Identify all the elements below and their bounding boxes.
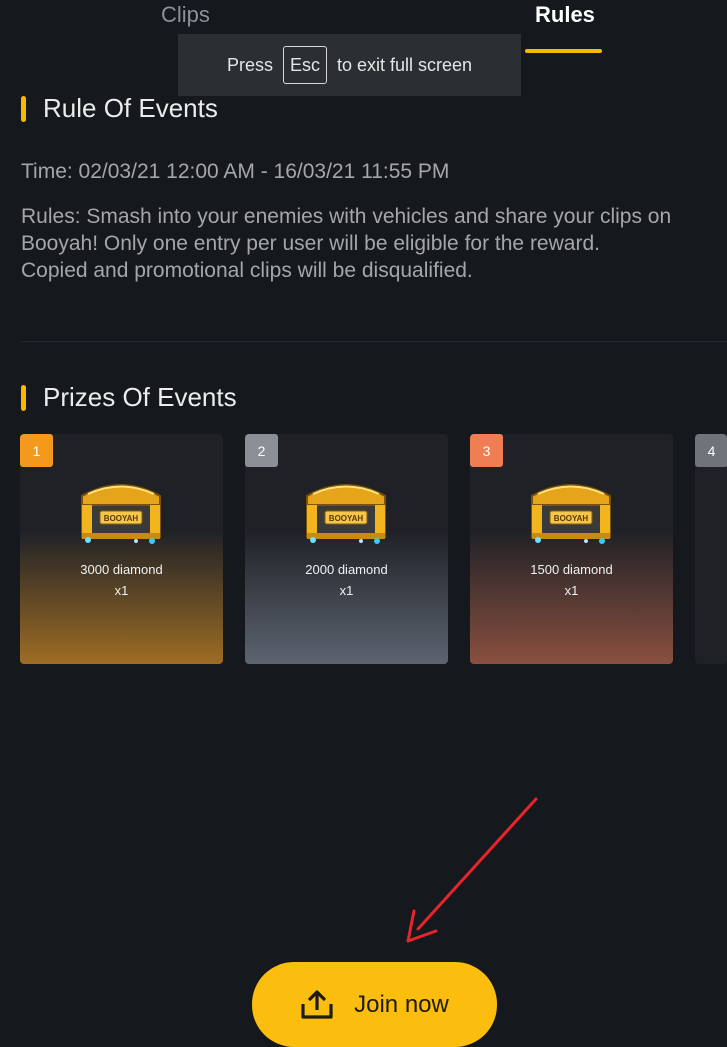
- prize-name: 3000 diamond: [80, 562, 163, 577]
- fullscreen-notice-prefix: Press: [226, 54, 273, 75]
- chest-logo-text: BOOYAH: [104, 514, 139, 523]
- prizes-section-title: Prizes Of Events: [43, 382, 237, 412]
- join-now-label: Join now: [354, 990, 449, 1018]
- rules-section-title: Rule Of Events: [43, 93, 218, 123]
- prize-name: 1500 diamond: [530, 562, 613, 577]
- section-accent-bar: [21, 95, 26, 122]
- upload-icon: [301, 989, 333, 1019]
- join-now-button[interactable]: Join now: [252, 962, 497, 1047]
- section-divider: [21, 341, 727, 342]
- prize-card-3[interactable]: 3 BOOYAH 1500 diamond x1: [470, 434, 673, 664]
- rank-badge: 3: [470, 434, 503, 467]
- event-rules-text: Rules: Smash into your enemies with vehi…: [21, 205, 672, 282]
- fullscreen-notice: Press Esc to exit full screen: [178, 34, 521, 96]
- tab-clips[interactable]: Clips: [161, 2, 210, 28]
- rank-badge: 1: [20, 434, 53, 467]
- prize-quantity: x1: [114, 583, 129, 598]
- esc-key: Esc: [282, 46, 327, 84]
- treasure-chest-icon: BOOYAH: [526, 470, 616, 545]
- rank-badge: 2: [245, 434, 278, 467]
- fullscreen-notice-suffix: to exit full screen: [336, 54, 473, 75]
- prize-quantity: x1: [564, 583, 579, 598]
- prizes-section-header: Prizes Of Events: [21, 382, 237, 413]
- chest-logo-text: BOOYAH: [329, 514, 364, 523]
- active-tab-indicator: [525, 49, 602, 53]
- section-accent-bar: [21, 384, 26, 411]
- rules-section-header: Rule Of Events: [21, 93, 218, 124]
- rank-badge: 4: [695, 434, 727, 467]
- prize-card-4[interactable]: 4: [695, 434, 727, 664]
- treasure-chest-icon: BOOYAH: [301, 470, 391, 545]
- tab-rules[interactable]: Rules: [535, 2, 595, 28]
- prize-name: 2000 diamond: [305, 562, 388, 577]
- prize-card-2[interactable]: 2 BOOYAH 2000 diamond x1: [245, 434, 448, 664]
- prize-quantity: x1: [339, 583, 354, 598]
- prize-card-1[interactable]: 1 BOOYAH 3000 diamond x1: [20, 434, 223, 664]
- treasure-chest-icon: BOOYAH: [76, 470, 166, 545]
- event-time: Time: 02/03/21 12:00 AM - 16/03/21 11:55…: [21, 160, 450, 183]
- chest-logo-text: BOOYAH: [554, 514, 589, 523]
- red-arrow-icon: [406, 797, 538, 943]
